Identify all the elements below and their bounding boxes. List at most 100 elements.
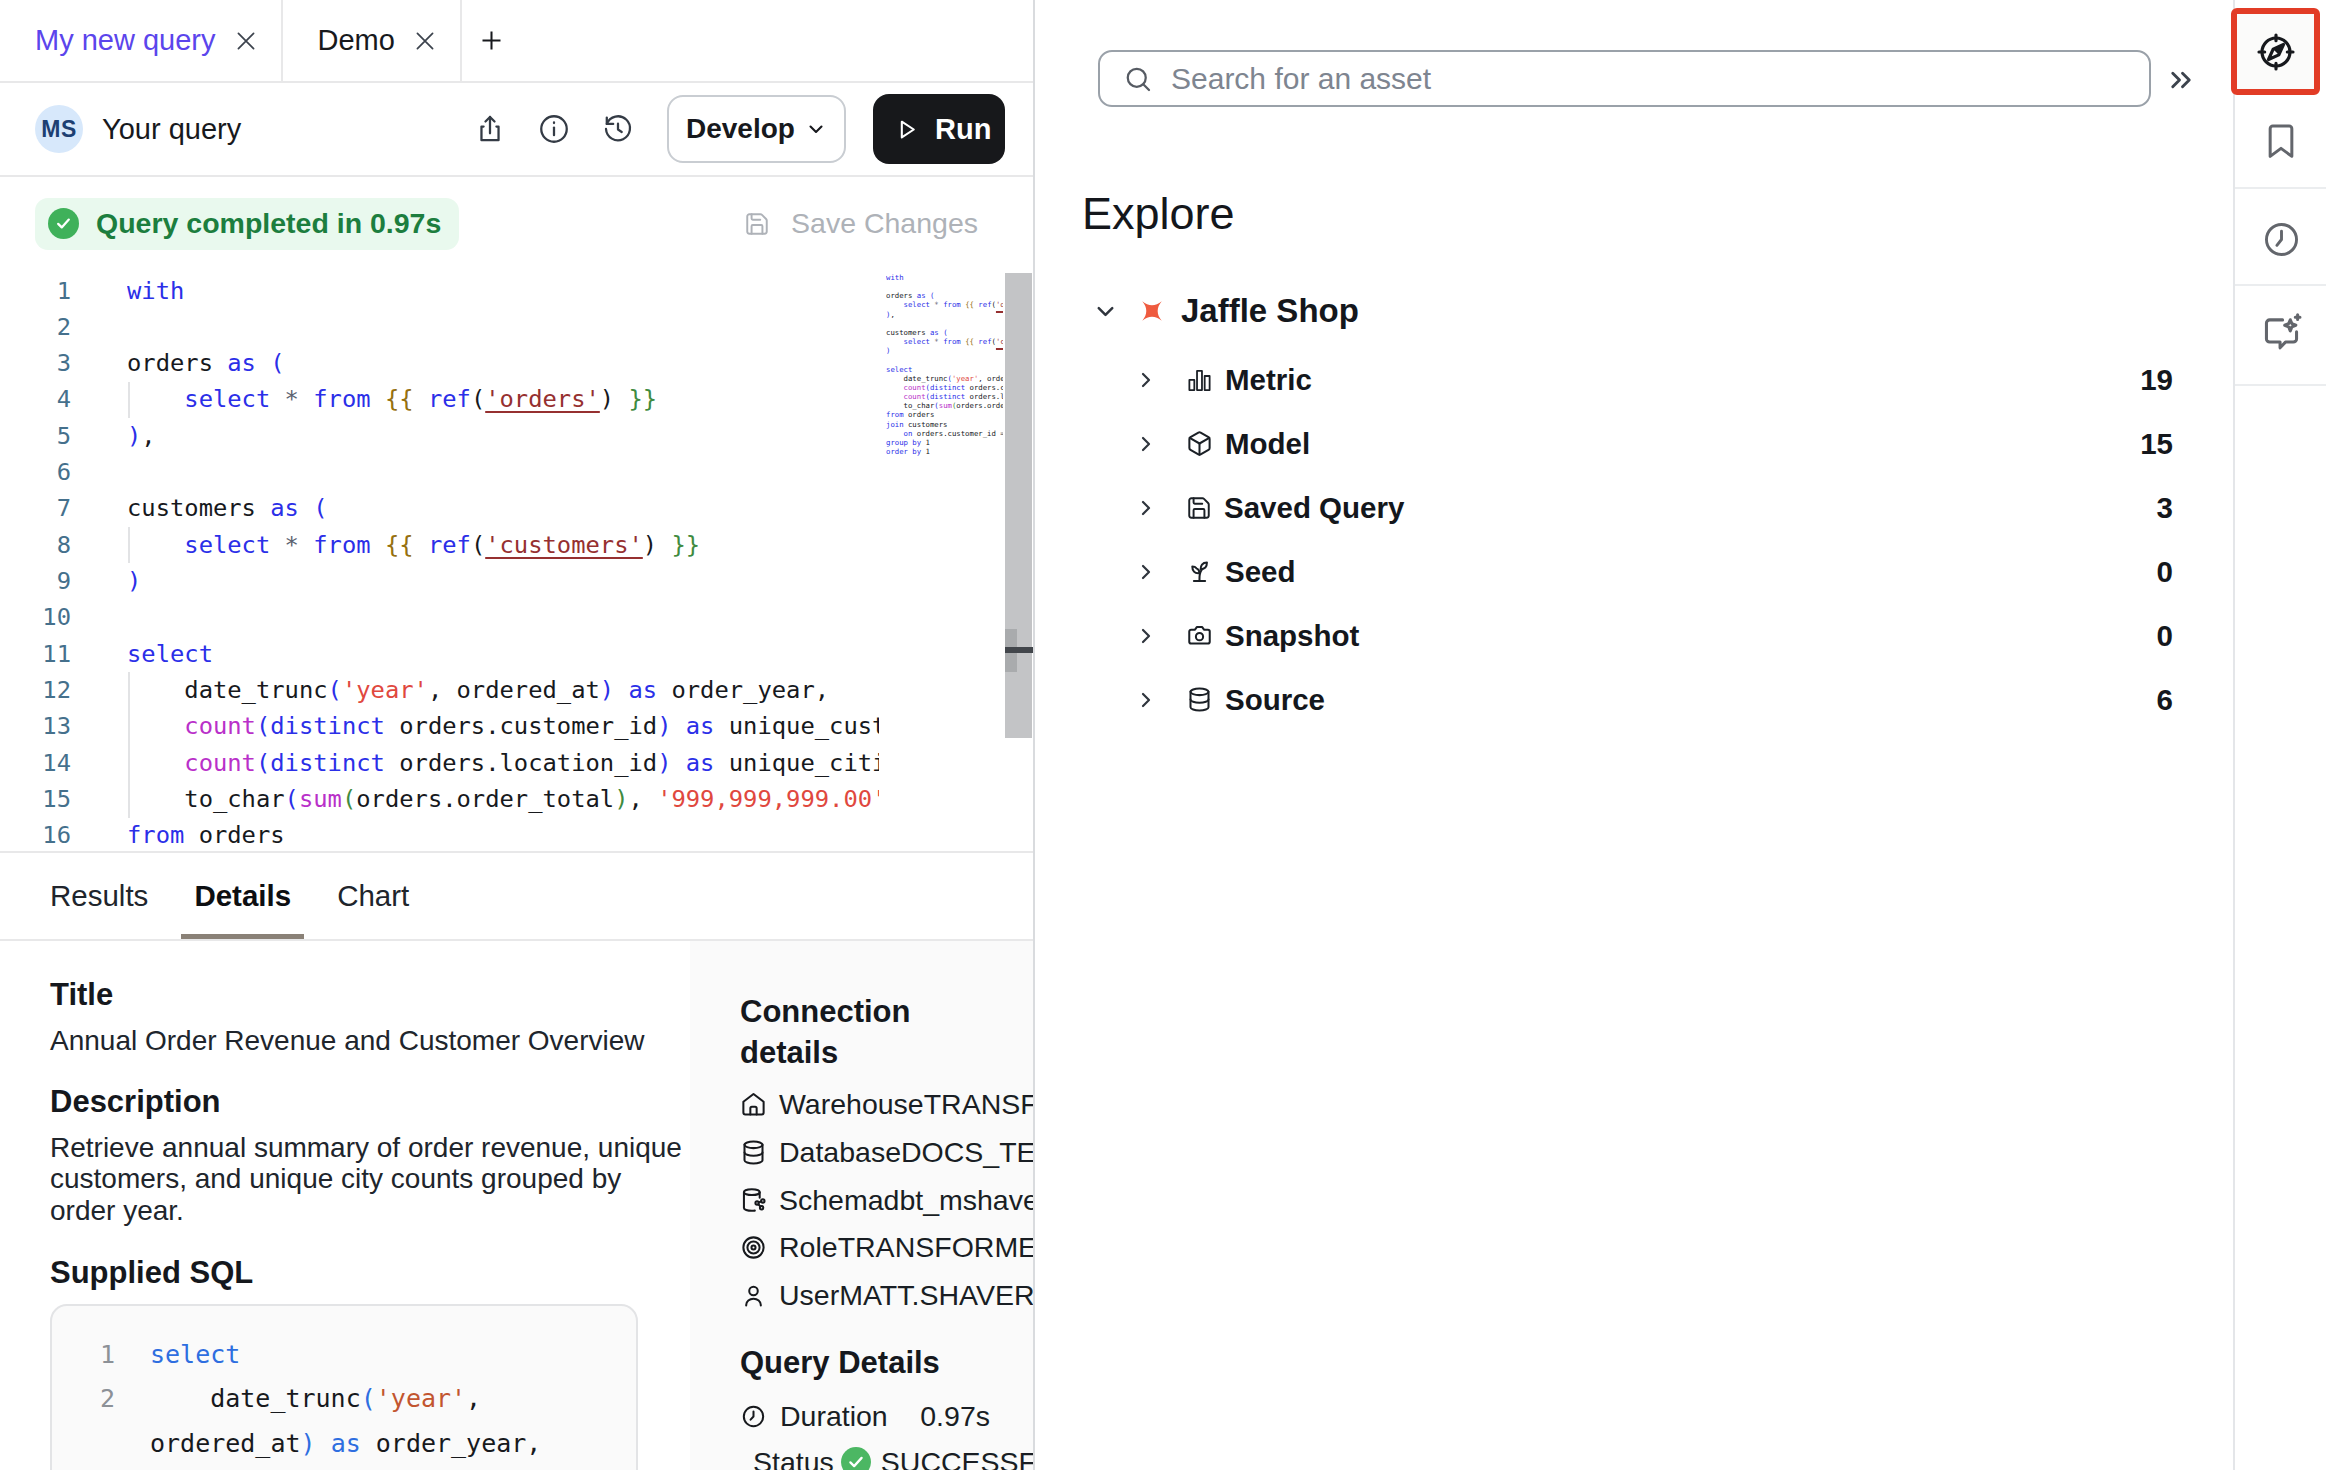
line-number: 4 [0,381,71,417]
tab-details[interactable]: Details [181,853,304,939]
code-token: select [184,385,270,413]
bookmarks-button[interactable] [2261,121,2301,161]
chevron-right-icon[interactable] [1134,560,1158,584]
code-token: to_char [886,401,934,410]
code-token: ( [943,328,947,337]
toolbar-divider [2235,384,2326,386]
code-token: ref [428,385,471,413]
code-token: ( [256,712,270,740]
code-token: orders.location_id [965,392,1003,401]
info-button[interactable] [537,112,571,146]
code-token: distinct [270,712,385,740]
tree-item-source[interactable]: Source6 [1035,668,2233,732]
tree-item-snapshot[interactable]: Snapshot0 [1035,604,2233,668]
connection-detail-row: Schemadbt_mshaver [740,1176,1033,1224]
chevron-right-icon[interactable] [1134,368,1158,392]
toolbar-divider [2235,187,2326,189]
new-tab-button[interactable] [462,0,522,81]
tree-item-saved-query[interactable]: Saved Query3 [1035,476,2233,540]
code-token: from [313,385,370,413]
code-token: select [127,640,213,668]
duration-value: 0.97s [920,1400,990,1433]
code-token: date_trunc [127,676,328,704]
line-number: 11 [0,636,71,672]
editor-line: 2 [0,309,1033,345]
explore-heading: Explore [1082,188,1235,240]
tree-item-label: Metric [1225,363,1312,397]
code-token: from [943,300,961,309]
editor-minimap[interactable]: with orders as ( select * from {{ ref('o… [886,273,1003,483]
code-token: as [227,349,256,377]
code-token: as [270,494,299,522]
code-token: }} [628,385,657,413]
share-button[interactable] [473,112,507,146]
code-token: from [943,337,961,346]
tree-item-metric[interactable]: Metric19 [1035,348,2233,412]
code-token: 'year' [952,374,978,383]
code-token: orders.order_total [356,785,614,813]
connection-detail-label: User [779,1279,839,1312]
editor-line: 8 select * from {{ ref('customers') }} [0,527,1033,563]
search-icon [1123,64,1153,94]
chevron-right-icon[interactable] [1134,432,1158,456]
code-token: orders [184,821,284,849]
code-token: ( [285,785,299,813]
sql-block-line: 1select [52,1333,636,1378]
code-token [127,712,184,740]
asset-search-input[interactable]: Search for an asset [1098,50,2151,107]
connection-detail-label: Warehouse [779,1088,924,1121]
history-button[interactable] [601,112,635,146]
code-token [299,531,313,559]
query-status-row: Query completed in 0.97s Save Changes [0,177,1033,270]
code-token: ( [361,1384,376,1413]
run-button[interactable]: Run [873,94,1005,164]
chat-sparkle-icon [2260,312,2303,355]
chevron-right-icon[interactable] [1134,688,1158,712]
metric-icon [1186,367,1213,394]
explore-tool-highlight[interactable] [2231,8,2320,95]
status-label: Status [753,1446,834,1470]
minimap-line: on orders.customer_id = customers.custom… [886,429,1003,438]
editor-line: 5), [0,418,1033,454]
tree-item-seed[interactable]: Seed0 [1035,540,2233,604]
editor-tab-demo[interactable]: Demo [283,0,462,81]
minimap-line: to_char(sum(orders.order_total), '999,99… [886,401,1003,410]
code-token: select [150,1340,240,1369]
code-token [270,385,284,413]
info-icon [537,112,571,146]
line-code: count(distinct orders.customer_id) as un… [127,708,879,744]
history-panel-button[interactable] [2261,219,2302,260]
code-token: orders [904,410,935,419]
code-token: date_trunc [150,1384,361,1413]
tab-close-icon[interactable] [412,28,438,54]
project-row[interactable]: Jaffle Shop [1035,284,2233,338]
duration-label: Duration [780,1400,888,1433]
chevron-down-icon[interactable] [1092,298,1119,325]
chevron-right-icon[interactable] [1134,624,1158,648]
query-details-heading: Query Details [740,1346,1033,1379]
tab-label: My new query [35,24,216,57]
tree-item-model[interactable]: Model15 [1035,412,2233,476]
save-changes-button[interactable]: Save Changes [744,207,978,240]
code-token: customers [127,494,270,522]
code-token: unique_cities, [714,749,879,777]
code-token: ( [256,749,270,777]
minimap-line: orders as ( [886,291,1003,300]
collapse-panel-button[interactable] [2163,62,2199,98]
success-check-icon [48,208,79,239]
develop-menu-button[interactable]: Develop [667,95,846,163]
code-token: 'orders' [485,385,600,413]
sql-block-line: 2 date_trunc('year', [52,1377,636,1422]
editor-line: 11 select [0,636,1033,672]
sql-editor[interactable]: 1with23orders as (4 select * from {{ ref… [0,270,1033,853]
tree-item-count: 0 [2157,555,2173,589]
tab-chart[interactable]: Chart [324,853,422,939]
bookmark-icon [2261,121,2301,161]
chevron-right-icon[interactable] [1134,496,1158,520]
editor-tab-my-new-query[interactable]: My new query [0,0,283,81]
code-token: ) [643,531,672,559]
copilot-chat-button[interactable] [2260,312,2303,355]
tab-close-icon[interactable] [233,28,259,54]
minimap-line [886,282,1003,291]
tab-results[interactable]: Results [37,853,161,939]
